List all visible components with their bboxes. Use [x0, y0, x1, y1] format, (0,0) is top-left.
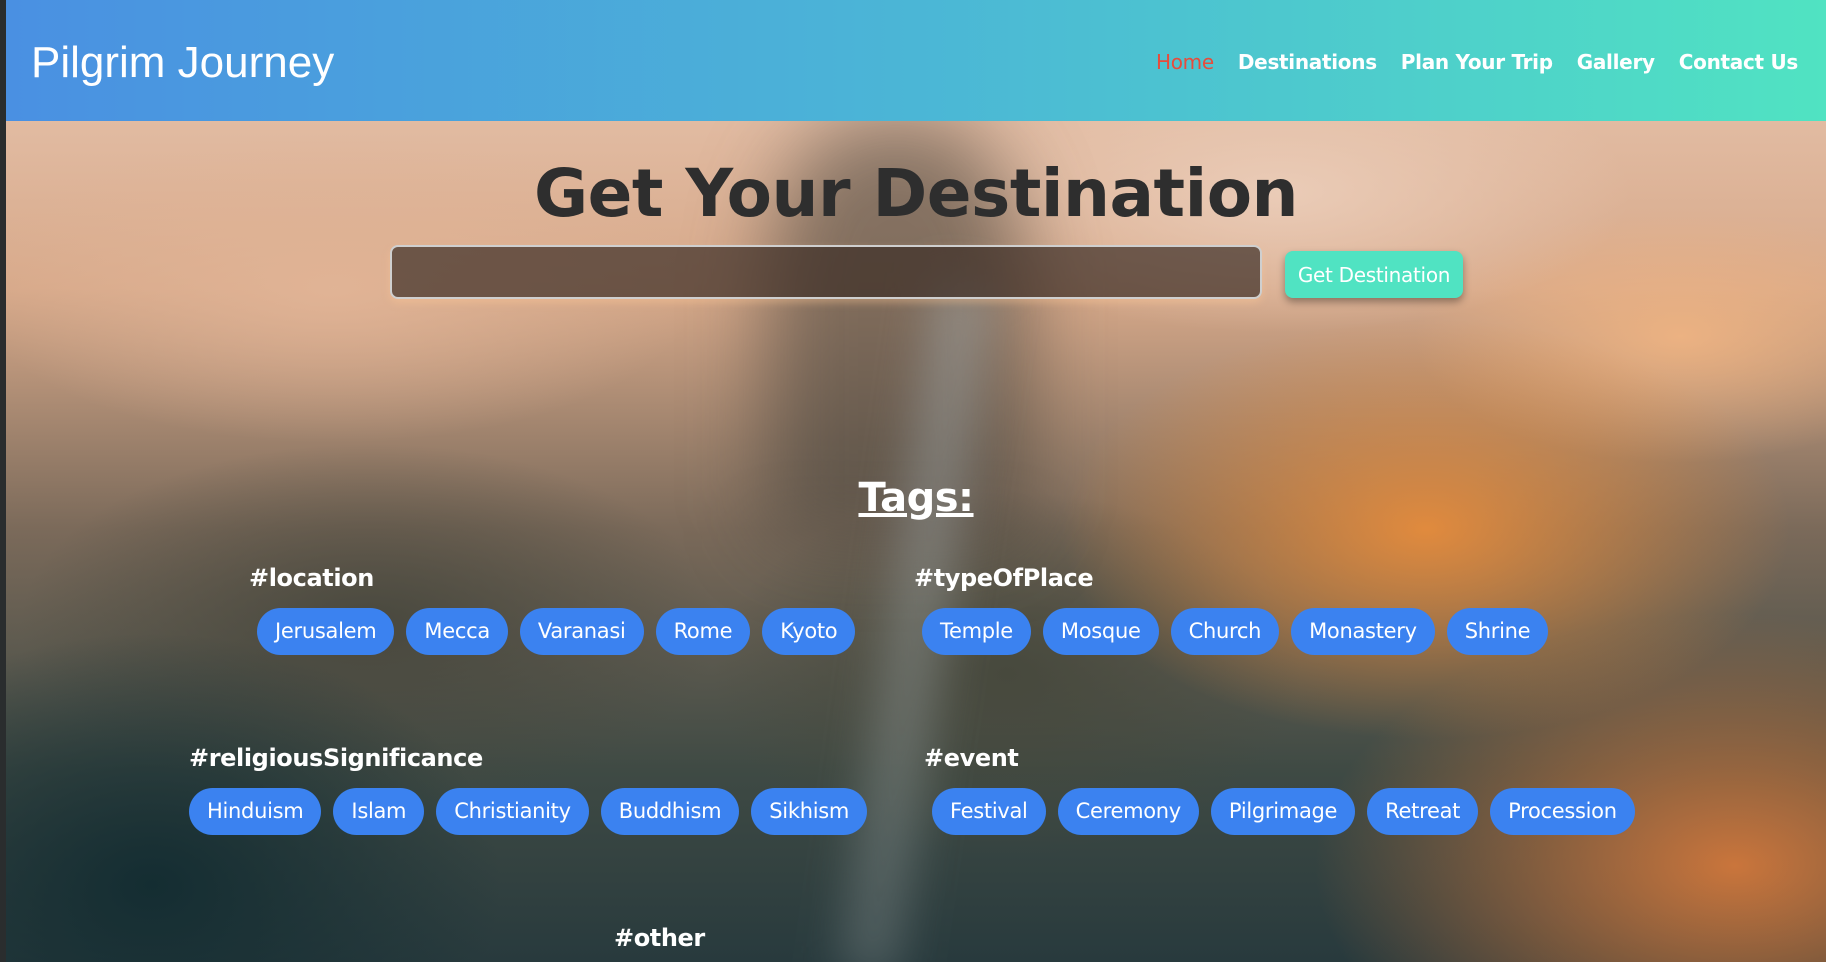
- nav-plan-your-trip[interactable]: Plan Your Trip: [1401, 50, 1553, 74]
- tag-group-type-of-place: #typeOfPlace Temple Mosque Church Monast…: [914, 564, 1549, 655]
- tag-chip[interactable]: Church: [1170, 608, 1280, 655]
- tag-group-title: #location: [249, 564, 374, 592]
- tag-group-title: #event: [924, 744, 1019, 772]
- tag-chip[interactable]: Temple: [922, 608, 1031, 655]
- tag-chip[interactable]: Hinduism: [189, 788, 322, 835]
- nav-gallery[interactable]: Gallery: [1577, 50, 1655, 74]
- tag-chip[interactable]: Christianity: [436, 788, 589, 835]
- tag-chip[interactable]: Shrine: [1446, 608, 1549, 655]
- main-content: Get Your Destination Get Destination Tag…: [6, 121, 1826, 962]
- tag-chip[interactable]: Monastery: [1291, 608, 1435, 655]
- tag-group-religious-significance: #religiousSignificance Hinduism Islam Ch…: [189, 744, 868, 835]
- tag-chip[interactable]: Procession: [1490, 788, 1635, 835]
- get-destination-button[interactable]: Get Destination: [1285, 251, 1463, 298]
- tag-chip[interactable]: Sikhism: [751, 788, 868, 835]
- nav-home[interactable]: Home: [1156, 50, 1214, 74]
- tag-chip[interactable]: Varanasi: [519, 608, 644, 655]
- tag-chip[interactable]: Islam: [333, 788, 425, 835]
- tag-chip[interactable]: Retreat: [1367, 788, 1479, 835]
- tag-chip-list: Festival Ceremony Pilgrimage Retreat Pro…: [932, 788, 1635, 835]
- tag-group-event: #event Festival Ceremony Pilgrimage Retr…: [924, 744, 1635, 835]
- tag-group-location: #location Jerusalem Mecca Varanasi Rome …: [249, 564, 856, 655]
- navbar: Pilgrim Journey Home Destinations Plan Y…: [6, 0, 1826, 121]
- tag-chip[interactable]: Buddhism: [600, 788, 740, 835]
- tag-chip[interactable]: Mosque: [1042, 608, 1159, 655]
- tag-chip[interactable]: Mecca: [406, 608, 508, 655]
- tag-chip[interactable]: Kyoto: [762, 608, 856, 655]
- tag-chip-list: Temple Mosque Church Monastery Shrine: [922, 608, 1549, 655]
- tag-group-title: #religiousSignificance: [189, 744, 483, 772]
- tag-chip[interactable]: Ceremony: [1057, 788, 1199, 835]
- brand-logo[interactable]: Pilgrim Journey: [31, 38, 334, 88]
- tags-heading: Tags:: [858, 475, 974, 521]
- tag-chip[interactable]: Rome: [655, 608, 751, 655]
- tag-chip[interactable]: Pilgrimage: [1210, 788, 1356, 835]
- tag-group-other: #other: [614, 924, 705, 962]
- tag-chip-list: Hinduism Islam Christianity Buddhism Sik…: [189, 788, 868, 835]
- main-nav: Home Destinations Plan Your Trip Gallery…: [1156, 50, 1798, 74]
- tag-group-title: #typeOfPlace: [914, 564, 1094, 592]
- tag-group-title: #other: [614, 924, 705, 952]
- tag-chip[interactable]: Festival: [932, 788, 1046, 835]
- browser-viewport: Pilgrim Journey Home Destinations Plan Y…: [6, 0, 1826, 962]
- tag-chip[interactable]: Jerusalem: [257, 608, 395, 655]
- page-title: Get Your Destination: [533, 155, 1299, 232]
- nav-destinations[interactable]: Destinations: [1238, 50, 1377, 74]
- nav-contact-us[interactable]: Contact Us: [1679, 50, 1799, 74]
- destination-search-input[interactable]: [390, 245, 1262, 299]
- tag-chip-list: Jerusalem Mecca Varanasi Rome Kyoto: [257, 608, 856, 655]
